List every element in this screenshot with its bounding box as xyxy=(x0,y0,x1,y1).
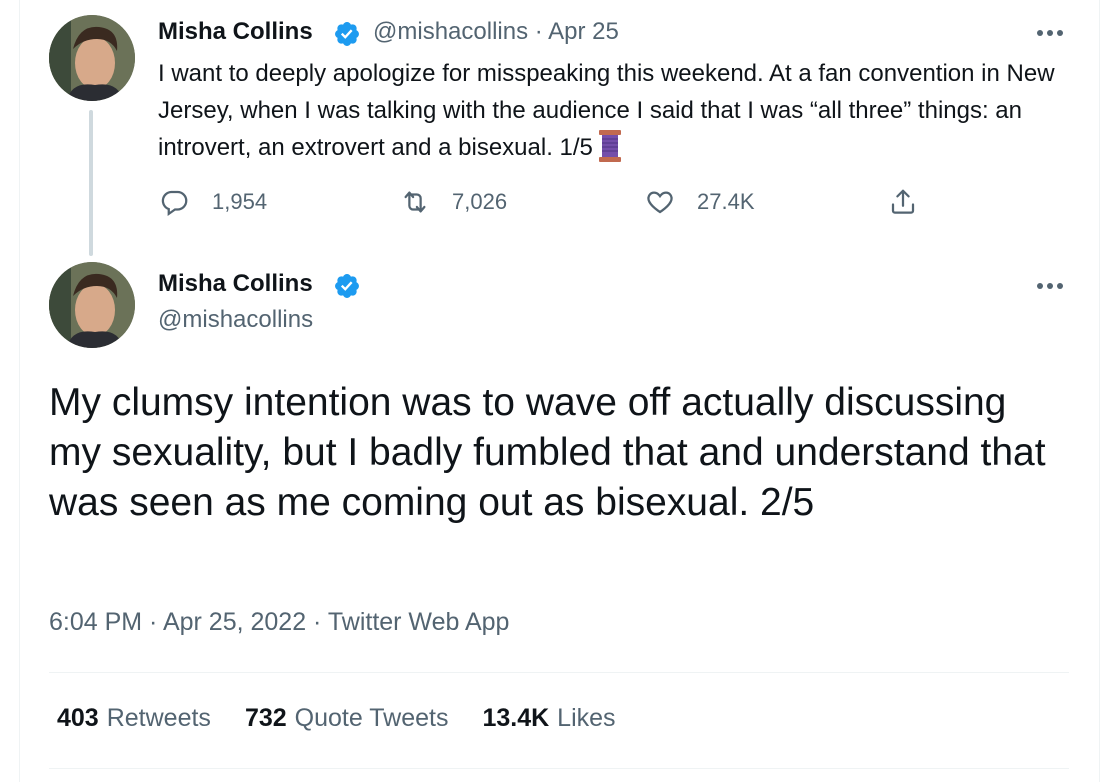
retweet-action[interactable]: 7,026 xyxy=(400,186,507,218)
tweet-date[interactable]: Apr 25 xyxy=(548,18,619,45)
avatar[interactable] xyxy=(49,262,135,348)
tweet-text: My clumsy intention was to wave off actu… xyxy=(49,381,1046,524)
heart-icon[interactable] xyxy=(645,187,675,217)
avatar[interactable] xyxy=(49,15,135,101)
divider xyxy=(49,768,1069,769)
more-options-icon[interactable] xyxy=(1035,280,1065,292)
tweet-timestamp[interactable]: 6:04 PM · Apr 25, 2022 · Twitter Web App xyxy=(49,608,509,637)
retweet-count: 7,026 xyxy=(452,189,508,214)
like-action[interactable]: 27.4K xyxy=(645,186,755,218)
engagement-stats: 403 Retweets 732 Quote Tweets 13.4K Likes xyxy=(57,704,616,733)
retweets-count: 403 xyxy=(57,704,99,732)
like-count: 27.4K xyxy=(697,189,755,214)
quote-tweets-label: Quote Tweets xyxy=(294,704,449,732)
thread-connector xyxy=(89,110,93,256)
reply-action[interactable]: 1,954 xyxy=(160,186,267,218)
likes-label: Likes xyxy=(557,704,616,732)
reply-icon[interactable] xyxy=(160,187,190,217)
share-icon[interactable] xyxy=(888,187,918,217)
author-name[interactable]: Misha Collins xyxy=(158,18,313,46)
share-action[interactable] xyxy=(888,186,918,218)
reply-count: 1,954 xyxy=(212,189,268,214)
handle-text[interactable]: @mishacollins xyxy=(373,18,528,45)
more-options-icon[interactable] xyxy=(1035,27,1065,39)
tweet-text: I want to deeply apologize for misspeaki… xyxy=(158,56,1058,167)
likes-stat[interactable]: 13.4K Likes xyxy=(482,704,615,733)
quote-tweets-stat[interactable]: 732 Quote Tweets xyxy=(245,704,449,733)
verified-badge-icon xyxy=(335,22,359,46)
retweet-icon[interactable] xyxy=(400,187,430,217)
verified-badge-icon xyxy=(335,274,359,298)
likes-count: 13.4K xyxy=(482,704,550,732)
retweets-stat[interactable]: 403 Retweets xyxy=(57,704,211,733)
author-handle[interactable]: @mishacollins · Apr 25 xyxy=(373,18,619,46)
quote-tweets-count: 732 xyxy=(244,704,287,732)
author-handle[interactable]: @mishacollins xyxy=(158,306,313,334)
separator-dot: · xyxy=(534,18,543,45)
retweets-label: Retweets xyxy=(106,704,211,732)
author-name[interactable]: Misha Collins xyxy=(158,270,313,298)
divider xyxy=(49,672,1069,673)
thread-spool-icon xyxy=(598,130,621,162)
